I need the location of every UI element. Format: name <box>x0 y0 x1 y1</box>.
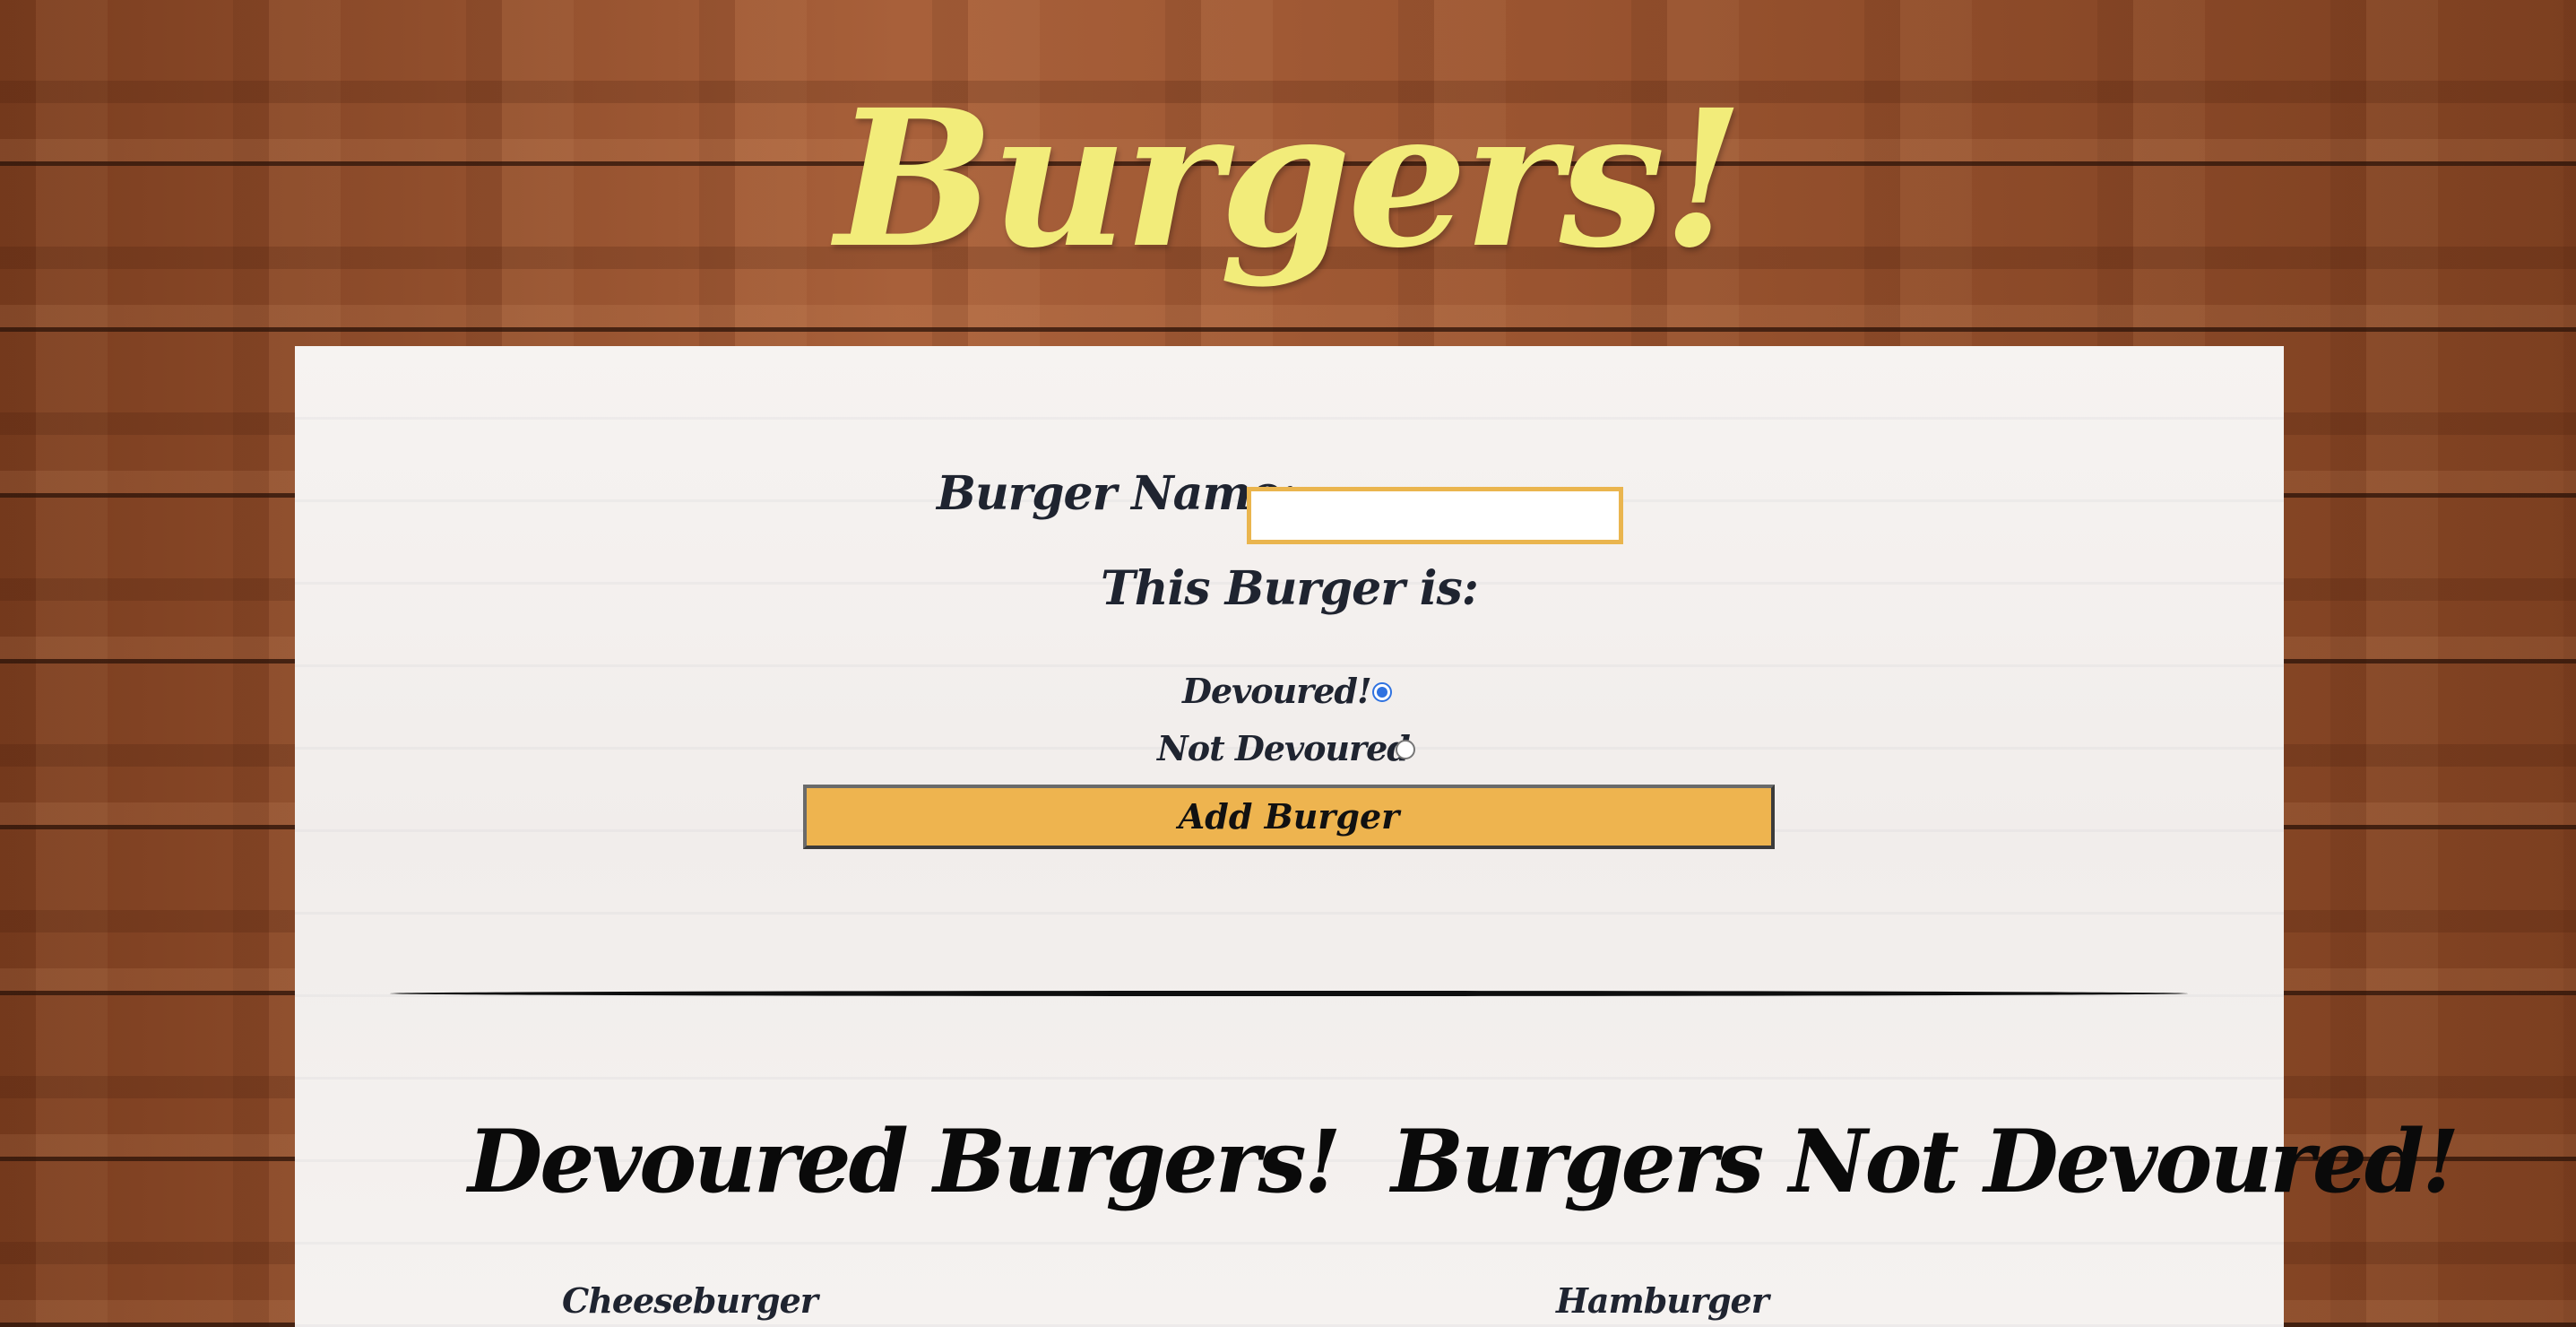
devoured-burger-item: Cheeseburger <box>562 1280 818 1321</box>
devoured-radio[interactable] <box>1372 682 1392 702</box>
burger-name-label: Burger Name: <box>937 466 1297 521</box>
not-devoured-burger-item: Hamburger <box>1556 1280 1769 1321</box>
not-devoured-radio-label[interactable]: Not Devoured <box>1157 726 1411 771</box>
add-burger-button[interactable]: Add Burger <box>803 785 1775 849</box>
section-divider <box>390 991 2188 996</box>
devoured-radio-label[interactable]: Devoured! <box>1182 669 1372 714</box>
burger-status-heading: This Burger is: <box>1101 561 1479 616</box>
site-title: Burgers! <box>834 68 1744 290</box>
not-devoured-burgers-heading: Burgers Not Devoured! <box>1391 1111 2459 1212</box>
devoured-burgers-heading: Devoured Burgers! <box>468 1111 1342 1212</box>
main-panel: Burger Name: This Burger is: Devoured! N… <box>295 346 2459 1327</box>
not-devoured-radio[interactable] <box>1396 740 1415 759</box>
burger-name-input[interactable] <box>1247 487 1623 544</box>
